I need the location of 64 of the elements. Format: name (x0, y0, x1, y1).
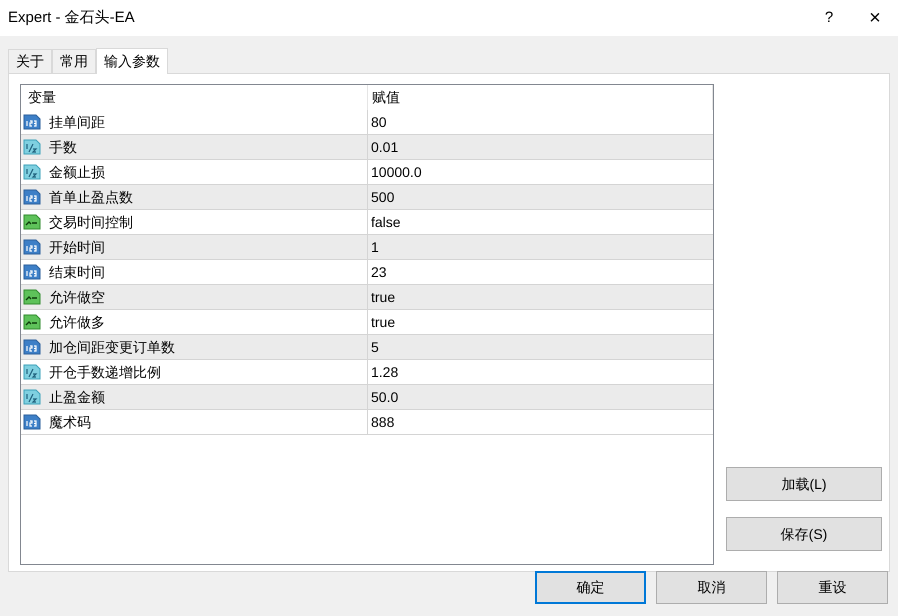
parameter-name: 开仓手数递增比例 (49, 362, 161, 382)
column-header: 赋值 (371, 88, 400, 107)
parameter-row[interactable]: 开仓手数递增比例 1.28 (21, 360, 713, 385)
parameter-row[interactable]: 开始时间 1 (21, 235, 713, 260)
parameter-name: 允许做多 (49, 312, 105, 332)
tab[interactable]: 关于 (8, 49, 52, 73)
fraction-type-icon (23, 388, 41, 406)
parameter-name: 手数 (49, 138, 77, 156)
close-button[interactable]: × (852, 0, 898, 36)
integer-type-icon (23, 113, 41, 131)
tab[interactable]: 常用 (52, 49, 96, 73)
switch-type-icon (23, 313, 41, 331)
fraction-type-icon (23, 363, 41, 381)
integer-type-icon (23, 413, 41, 431)
switch-type-icon (23, 288, 41, 306)
parameter-name: 结束时间 (49, 262, 105, 282)
parameter-value: 0.01 (370, 138, 398, 156)
parameter-name: 允许做空 (49, 288, 105, 306)
side-button[interactable]: 加载(L) (726, 467, 882, 501)
parameter-row[interactable]: 止盈金额 50.0 (21, 385, 713, 410)
parameter-row[interactable]: 挂单间距 80 (21, 110, 713, 135)
help-button[interactable]: ? (806, 0, 852, 36)
integer-type-icon (23, 338, 41, 356)
parameter-row[interactable]: 允许做空 true (21, 285, 713, 310)
parameter-value: 80 (370, 112, 387, 132)
parameter-name: 止盈金额 (49, 388, 105, 406)
parameter-row[interactable]: 首单止盈点数 500 (21, 185, 713, 210)
parameter-row[interactable]: 结束时间 23 (21, 260, 713, 285)
parameter-value: 1.28 (370, 362, 398, 382)
dialog-button[interactable]: 确定 (535, 571, 646, 604)
window-title: Expert - 金石头-EA (8, 8, 136, 28)
parameter-value: 50.0 (370, 388, 398, 406)
parameter-value: false (370, 212, 401, 232)
tab[interactable]: 输入参数 (96, 48, 168, 74)
parameter-name: 金额止损 (49, 162, 105, 182)
parameter-row[interactable]: 加仓间距变更订单数 5 (21, 335, 713, 360)
side-button[interactable]: 保存(S) (726, 517, 882, 551)
parameter-name: 挂单间距 (49, 112, 105, 132)
dialog-button[interactable]: 取消 (656, 571, 767, 604)
integer-type-icon (23, 238, 41, 256)
parameter-name: 开始时间 (49, 238, 105, 256)
parameter-row[interactable]: 金额止损 10000.0 (21, 160, 713, 185)
parameter-row[interactable]: 允许做多 true (21, 310, 713, 335)
parameter-row[interactable]: 魔术码 888 (21, 410, 713, 435)
parameter-value: true (370, 312, 396, 332)
parameter-value: 888 (370, 412, 394, 432)
switch-type-icon (23, 213, 41, 231)
parameter-name: 交易时间控制 (49, 212, 133, 232)
integer-type-icon (23, 263, 41, 281)
parameter-value: 23 (370, 262, 387, 282)
parameter-name: 魔术码 (49, 412, 91, 432)
parameter-value: 5 (370, 338, 379, 356)
parameter-name: 首单止盈点数 (49, 188, 133, 206)
parameter-name: 加仓间距变更订单数 (49, 338, 175, 356)
parameter-value: 10000.0 (370, 162, 422, 182)
dialog-button[interactable]: 重设 (777, 571, 888, 604)
parameter-row[interactable]: 手数 0.01 (21, 135, 713, 160)
fraction-type-icon (23, 163, 41, 181)
integer-type-icon (23, 188, 41, 206)
parameter-row[interactable]: 交易时间控制 false (21, 210, 713, 235)
parameter-value: 1 (370, 238, 379, 256)
fraction-type-icon (23, 138, 41, 156)
parameter-value: 500 (370, 188, 394, 206)
parameter-value: true (370, 288, 396, 306)
